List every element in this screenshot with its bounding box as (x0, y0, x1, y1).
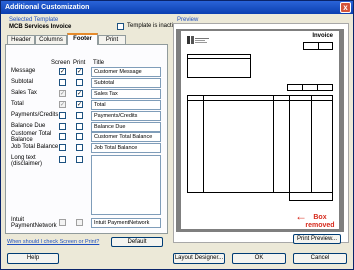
message-screen-checkbox[interactable]: ✓ (59, 68, 66, 75)
tab-footer[interactable]: Footer (67, 33, 98, 45)
intuit-paymentnetwork-title-field[interactable]: Intuit PaymentNetwork (91, 218, 161, 228)
company-logo-icon (187, 36, 209, 44)
additional-customization-window: Additional Customization x Selected Temp… (0, 0, 354, 270)
template-inactive-label: Template is inactive (127, 23, 180, 29)
line-items-col-4 (311, 95, 312, 193)
row-label-sales-tax: Sales Tax (11, 90, 37, 96)
customer-total-balance-print-checkbox[interactable] (76, 133, 83, 140)
sales-tax-screen-checkbox[interactable]: ✓ (59, 90, 66, 97)
job-total-balance-title-field[interactable]: Job Total Balance (91, 143, 161, 153)
payments-credits-title-field[interactable]: Payments/Credits (91, 111, 161, 121)
total-print-checkbox[interactable]: ✓ (76, 101, 83, 108)
sales-tax-print-checkbox[interactable]: ✓ (76, 90, 83, 97)
row-label-customer-total-balance: Customer Total Balance (11, 131, 52, 143)
long-text-field[interactable] (91, 155, 161, 215)
line-items-col-3 (289, 95, 290, 193)
selected-template-label: Selected Template (9, 17, 59, 23)
long-text-print-checkbox[interactable] (76, 156, 83, 163)
row-label-intuit-paymentnetwork: Intuit PaymentNetwork (11, 217, 57, 229)
window-title: Additional Customization (5, 4, 90, 11)
total-box (289, 193, 333, 201)
po-divider-2 (317, 84, 318, 91)
bill-to-header-line (187, 58, 251, 59)
invoice-preview-page: Invoice (181, 31, 339, 229)
customer-total-balance-title-field[interactable]: Customer Total Balance (91, 132, 161, 142)
date-invoice-divider (318, 42, 319, 50)
template-name: MCB Services Invoice (9, 24, 72, 30)
payments-credits-print-checkbox[interactable] (76, 112, 83, 119)
job-total-balance-screen-checkbox[interactable] (59, 144, 66, 151)
row-label-balance-due: Balance Due (11, 123, 46, 129)
subtotal-print-checkbox[interactable] (76, 79, 83, 86)
customer-total-balance-screen-checkbox[interactable] (59, 133, 66, 140)
title-column-header: Title (93, 60, 105, 66)
line-items-col-1 (203, 95, 204, 193)
row-label-payments-credits: Payments/Credits (11, 112, 59, 118)
cancel-button[interactable]: Cancel (293, 253, 347, 264)
intuit-paymentnetwork-print-checkbox[interactable] (76, 219, 83, 226)
total-title-field[interactable]: Total (91, 100, 161, 110)
close-icon[interactable]: x (340, 2, 351, 13)
tab-header[interactable]: Header (7, 35, 35, 44)
payments-credits-screen-checkbox[interactable] (59, 112, 66, 119)
long-text-screen-checkbox[interactable] (59, 156, 66, 163)
print-preview-button[interactable]: Print Preview... (293, 234, 341, 244)
screen-column-header: Screen (51, 60, 71, 66)
screen-print-help-link[interactable]: When should I check Screen or Print? (7, 239, 99, 245)
balance-due-title-field[interactable]: Balance Due (91, 122, 161, 132)
balance-due-print-checkbox[interactable] (76, 123, 83, 130)
invoice-doc-title: Invoice (312, 33, 333, 39)
po-terms-box (287, 84, 333, 91)
intuit-paymentnetwork-screen-checkbox[interactable] (59, 219, 66, 226)
row-label-long-text: Long text (disclaimer) (11, 155, 43, 167)
sales-tax-title-field[interactable]: Sales Tax (91, 89, 161, 99)
tab-print[interactable]: Print (98, 35, 126, 44)
po-divider-1 (302, 84, 303, 91)
row-label-total: Total (11, 101, 24, 107)
message-title-field[interactable]: Customer Message (91, 67, 161, 77)
title-bar: Additional Customization x (1, 1, 353, 14)
job-total-balance-print-checkbox[interactable] (76, 144, 83, 151)
row-label-subtotal: Subtotal (11, 79, 34, 85)
layout-designer-button[interactable]: Layout Designer... (173, 253, 225, 264)
help-button[interactable]: Help (7, 253, 59, 264)
box-removed-annotation: Box removed (305, 214, 335, 229)
print-column-header: Print (73, 60, 86, 66)
total-screen-checkbox[interactable]: ✓ (59, 101, 66, 108)
subtotal-title-field[interactable]: Subtotal (91, 78, 161, 88)
row-label-message: Message (11, 68, 36, 74)
ok-button[interactable]: OK (232, 253, 286, 264)
default-button[interactable]: Default (111, 237, 163, 247)
row-label-job-total-balance: Job Total Balance (11, 144, 59, 150)
template-inactive-checkbox[interactable] (117, 23, 124, 30)
tab-columns[interactable]: Columns (35, 35, 67, 44)
balance-due-screen-checkbox[interactable] (59, 123, 66, 130)
message-print-checkbox[interactable]: ✓ (76, 68, 83, 75)
subtotal-screen-checkbox[interactable] (59, 79, 66, 86)
line-items-col-2 (273, 95, 274, 193)
